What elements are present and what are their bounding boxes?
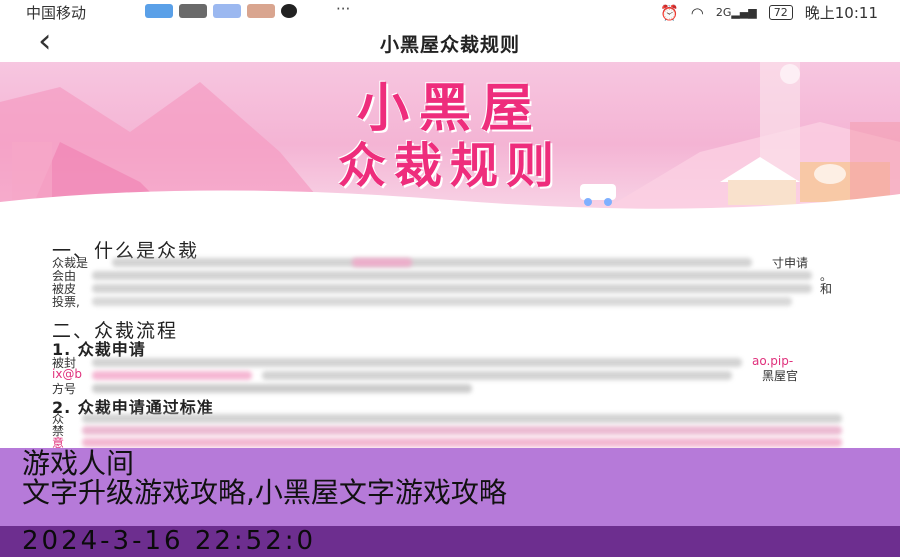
tiktok-icon	[281, 4, 297, 18]
redacted-text	[352, 258, 412, 267]
article-body: 一、什么是众裁 众裁是 寸申请 会由 。 被皮 和 投票, 二、众裁流程 1. …	[0, 212, 900, 450]
overlay-subtitle: 文字升级游戏攻略,小黑屋文字游戏攻略	[22, 476, 507, 509]
email-link[interactable]: ix@b	[52, 367, 82, 381]
paragraph-line: 会由 。	[52, 269, 842, 283]
carrier-label: 中国移动	[26, 4, 87, 22]
app-notification-icon	[179, 4, 207, 18]
redacted-text	[82, 426, 842, 435]
banner-subtitle: 众裁规则	[337, 138, 562, 194]
redacted-text	[92, 271, 812, 280]
email-link[interactable]: ao.pip-	[752, 354, 793, 368]
status-bar: 中国移动 ··· ⏰ ◠ 2G▂▄▆ 72 晚上10:11	[0, 0, 900, 22]
clock: 晚上10:11	[804, 4, 878, 22]
rules-banner: 小黑屋 众裁规则	[0, 62, 900, 212]
nav-bar: ‹ 小黑屋众裁规则	[0, 22, 900, 62]
redacted-text	[92, 358, 742, 367]
app-notification-icon	[145, 4, 173, 18]
redacted-text	[92, 284, 812, 293]
redacted-text	[92, 371, 252, 380]
redacted-text	[112, 258, 752, 267]
status-right: ⏰ ◠ 2G▂▄▆ 72 晚上10:11	[660, 2, 878, 23]
paragraph-line: 被封 ao.pip-	[52, 354, 842, 370]
alarm-icon: ⏰	[660, 3, 679, 22]
more-notifications-icon: ···	[336, 0, 351, 18]
redacted-text	[92, 384, 472, 393]
paragraph-line: ix@b 黑屋官	[52, 367, 842, 383]
line-text: 投票,	[52, 295, 80, 309]
overlay-timestamp: 2024-3-16 22:52:0	[22, 526, 317, 556]
paragraph-line: 众裁是 寸申请	[52, 256, 842, 270]
battery-icon: 72	[768, 5, 793, 20]
paragraph-line: 投票,	[52, 295, 842, 309]
redacted-text	[82, 414, 842, 423]
signal-label: 2G	[715, 6, 732, 19]
app-notification-icon	[213, 4, 241, 18]
redacted-text	[92, 297, 792, 306]
wifi-icon: ◠	[690, 3, 704, 22]
redacted-text	[82, 438, 842, 447]
video-caption-overlay: 游戏人间 文字升级游戏攻略,小黑屋文字游戏攻略 2024-3-16 22:52:…	[0, 448, 900, 557]
page-title: 小黑屋众裁规则	[379, 34, 520, 56]
status-app-icons	[145, 4, 297, 18]
paragraph-line: 被皮 和	[52, 282, 842, 296]
signal-icon: 2G▂▄▆	[715, 6, 757, 19]
app-notification-icon	[247, 4, 275, 18]
redacted-text	[262, 371, 732, 380]
